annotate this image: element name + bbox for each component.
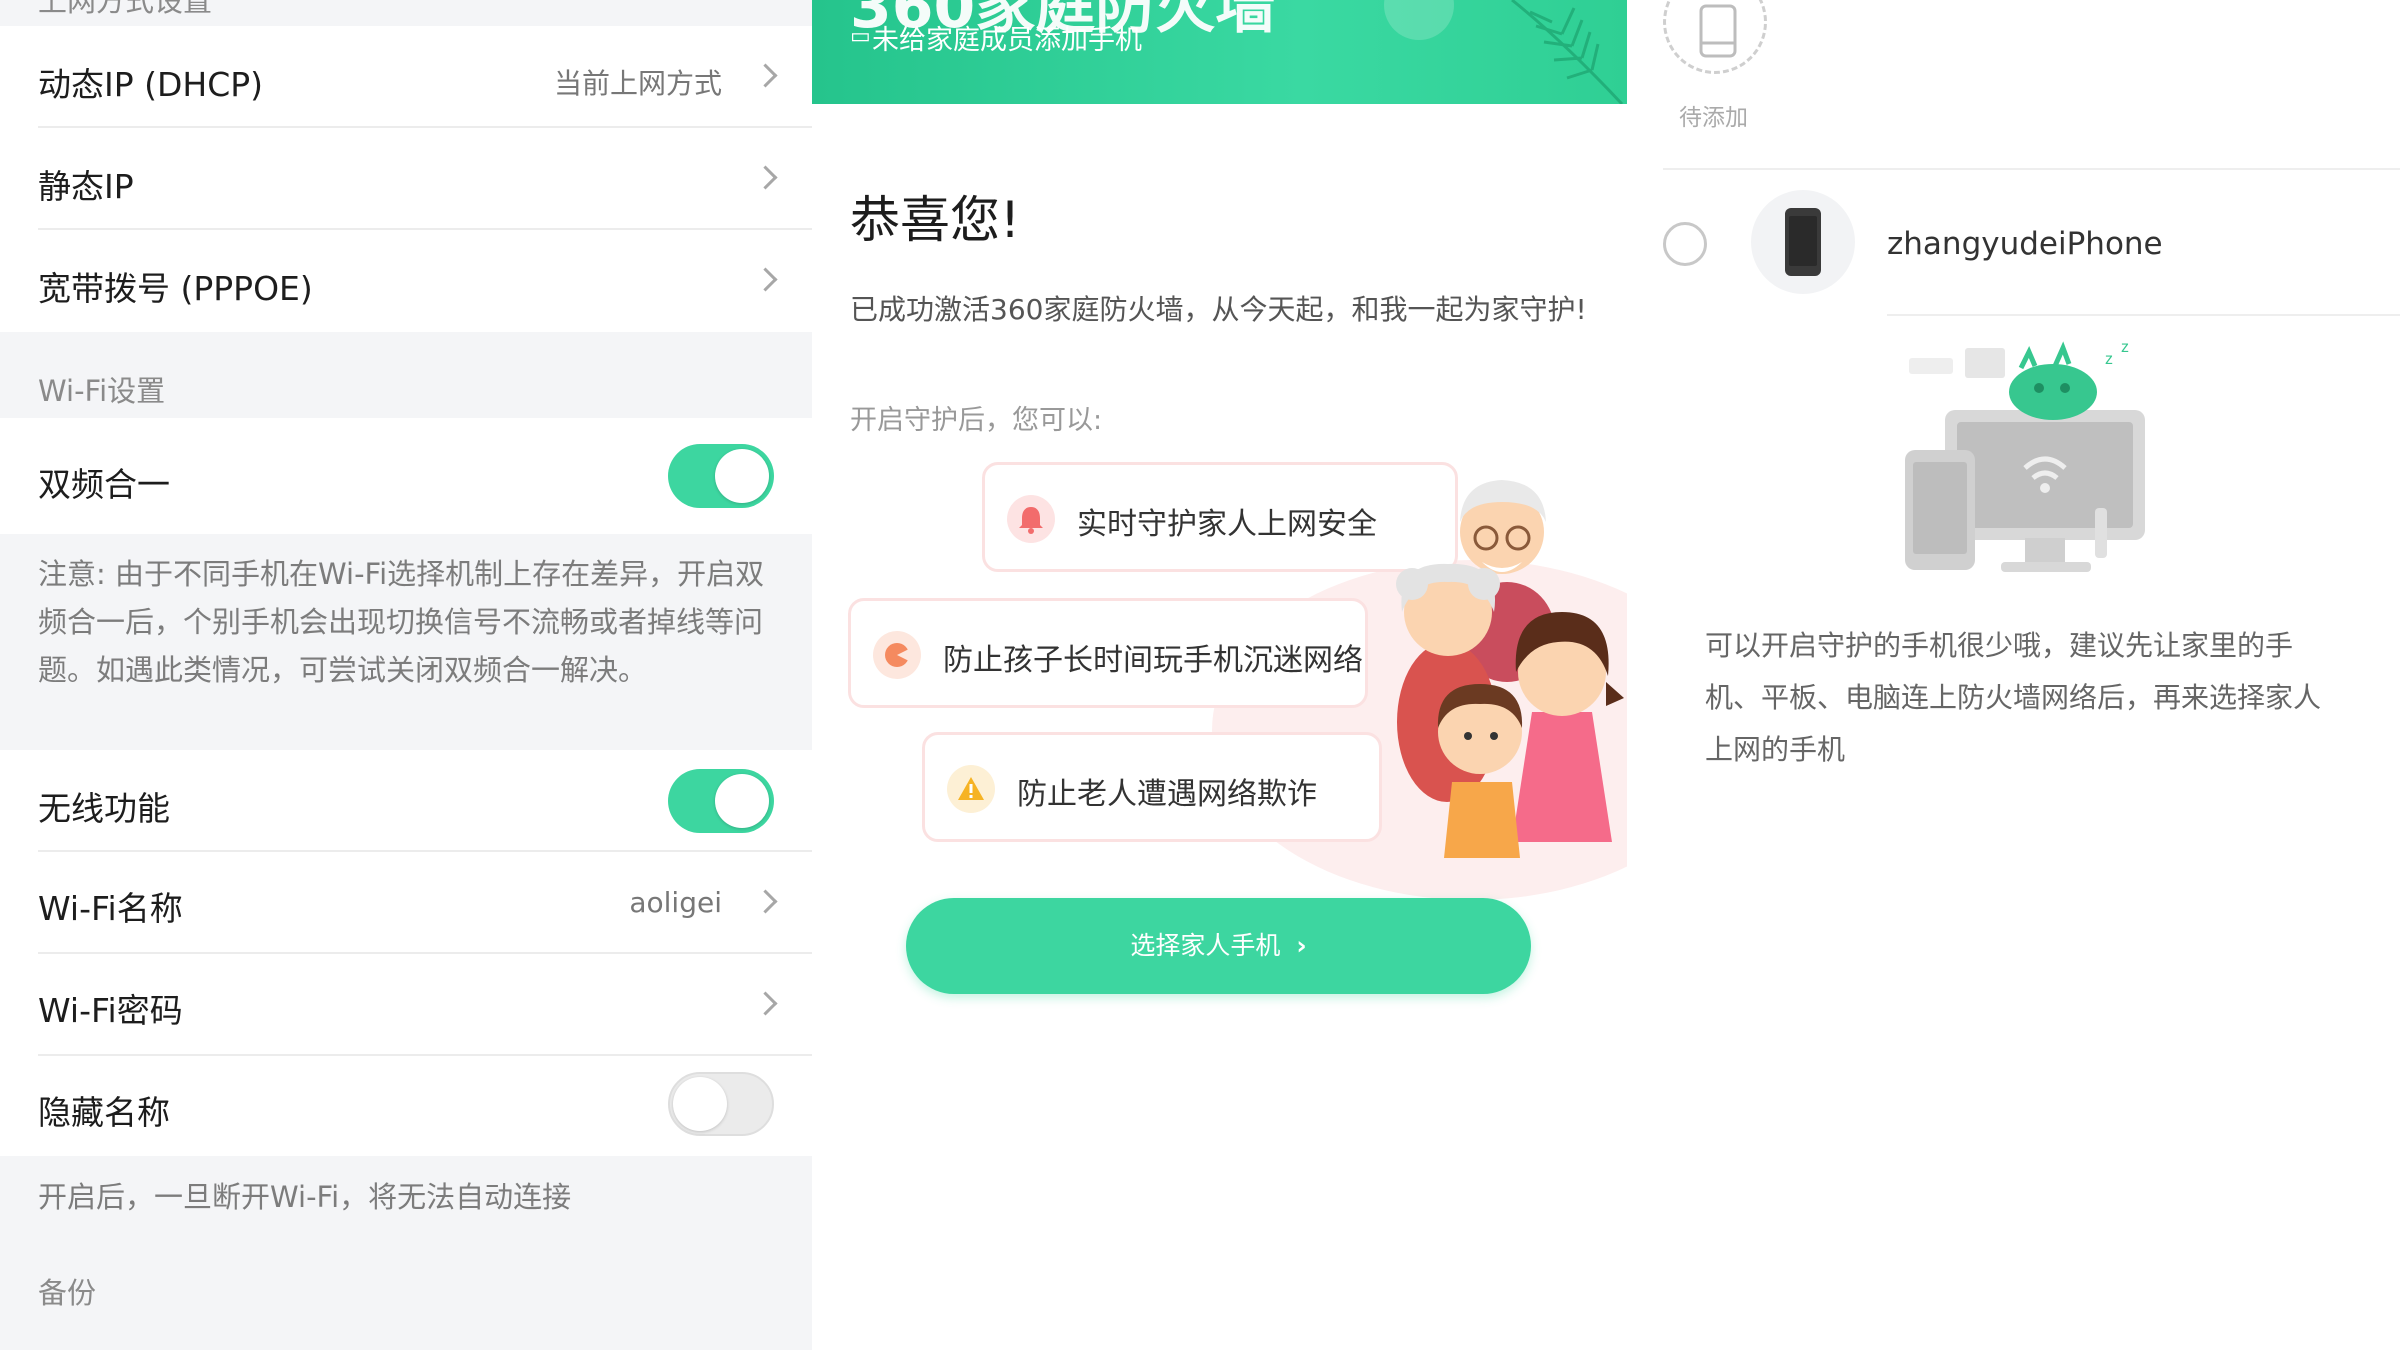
warning-icon — [947, 765, 995, 813]
phone-outline-icon — [1699, 4, 1737, 58]
wan-option-label: 动态IP (DHCP) — [38, 65, 264, 104]
current-mode-value: 当前上网方式 — [553, 67, 722, 100]
congrats-title: 恭喜您! — [850, 191, 1021, 249]
feature-text: 防止老人遭遇网络欺诈 — [1017, 777, 1317, 812]
network-settings-panel: 上网方式设置 动态IP (DHCP) 当前上网方式 静态IP 宽带拨号 (PPP… — [0, 0, 812, 1350]
wifi-password-label: Wi-Fi密码 — [38, 991, 183, 1030]
wireless-toggle[interactable] — [668, 769, 774, 833]
svg-text:z: z — [2105, 351, 2113, 368]
chevron-right-icon — [753, 63, 778, 88]
wifi-section-title: Wi-Fi设置 — [38, 374, 166, 408]
empty-devices-illustration: z z — [1905, 339, 2145, 572]
device-selection-panel: 待添加 zhangyudeiPhone z z 可以开启守护的手机很少哦，建议先… — [1627, 0, 2400, 1350]
chevron-right-icon — [753, 889, 778, 914]
feature-card-elderly: 防止老人遭遇网络欺诈 — [922, 732, 1382, 842]
chevron-right-icon — [753, 165, 778, 190]
backup-section-title: 备份 — [38, 1276, 97, 1310]
palm-leaf-icon — [1511, 0, 1624, 104]
bell-icon — [1007, 495, 1055, 543]
dual-band-toggle[interactable] — [668, 444, 774, 508]
wifi-name-row[interactable]: Wi-Fi名称 aoligei — [0, 852, 812, 954]
after-protection-label: 开启守护后，您可以: — [850, 405, 1103, 436]
select-family-phone-button[interactable]: 选择家人手机 › — [906, 898, 1531, 994]
dual-band-row: 双频合一 — [0, 418, 812, 534]
pending-add-label: 待添加 — [1679, 105, 1748, 131]
chevron-right-icon — [753, 267, 778, 292]
device-select-radio[interactable] — [1663, 222, 1707, 266]
divider — [1663, 168, 2400, 170]
hide-name-toggle[interactable] — [668, 1072, 774, 1136]
dual-band-label: 双频合一 — [38, 465, 170, 504]
wan-option-dhcp[interactable]: 动态IP (DHCP) 当前上网方式 — [0, 26, 812, 128]
firewall-welcome-panel: 360家庭防火墙 ▭ 未给家庭成员添加手机 恭喜您! 已成功激活360家庭防火墙… — [812, 0, 1627, 1350]
divider — [1887, 314, 2400, 316]
feature-card-children: 防止孩子长时间玩手机沉迷网络 — [848, 598, 1368, 708]
wan-option-static-ip[interactable]: 静态IP — [0, 128, 812, 230]
wireless-label: 无线功能 — [38, 789, 170, 828]
wifi-name-label: Wi-Fi名称 — [38, 889, 183, 928]
select-button-label: 选择家人手机 — [1130, 931, 1281, 960]
game-icon — [873, 631, 921, 679]
device-name: zhangyudeiPhone — [1887, 226, 2163, 262]
banner-subtitle: 未给家庭成员添加手机 — [872, 25, 1142, 56]
chevron-right-icon — [753, 991, 778, 1016]
toggle-knob — [715, 774, 769, 828]
feature-text: 实时守护家人上网安全 — [1077, 507, 1377, 542]
wan-section-title: 上网方式设置 — [38, 0, 213, 18]
svg-text:z: z — [2121, 339, 2129, 356]
banner-decoration — [1384, 0, 1454, 40]
wireless-row: 无线功能 — [0, 750, 812, 852]
firewall-banner: 360家庭防火墙 ▭ 未给家庭成员添加手机 — [812, 0, 1627, 104]
wifi-name-value: aoligei — [629, 886, 722, 919]
wan-option-label: 宽带拨号 (PPPOE) — [38, 269, 313, 308]
activation-description: 已成功激活360家庭防火墙，从今天起，和我一起为家守护! — [850, 293, 1587, 326]
toggle-knob — [715, 449, 769, 503]
dual-band-note: 注意: 由于不同手机在Wi-Fi选择机制上存在差异，开启双频合一后，个别手机会出… — [38, 557, 765, 687]
hide-name-label: 隐藏名称 — [38, 1093, 170, 1132]
phone-add-icon: ▭ — [850, 24, 871, 49]
hide-name-note: 开启后，一旦断开Wi-Fi，将无法自动连接 — [38, 1180, 572, 1214]
feature-text: 防止孩子长时间玩手机沉迷网络 — [943, 643, 1363, 678]
family-illustration — [1396, 480, 1624, 858]
toggle-knob — [673, 1077, 727, 1131]
add-device-slot[interactable] — [1663, 0, 1767, 74]
smartphone-icon — [1785, 208, 1821, 276]
wifi-password-row[interactable]: Wi-Fi密码 — [0, 954, 812, 1056]
device-avatar — [1751, 190, 1855, 294]
wan-option-pppoe[interactable]: 宽带拨号 (PPPOE) — [0, 230, 812, 332]
hide-name-row: 隐藏名称 — [0, 1056, 812, 1156]
chevron-right-icon: › — [1296, 931, 1307, 960]
empty-devices-tip: 可以开启守护的手机很少哦，建议先让家里的手机、平板、电脑连上防火墙网络后，再来选… — [1705, 629, 2322, 766]
wan-option-label: 静态IP — [38, 167, 134, 206]
